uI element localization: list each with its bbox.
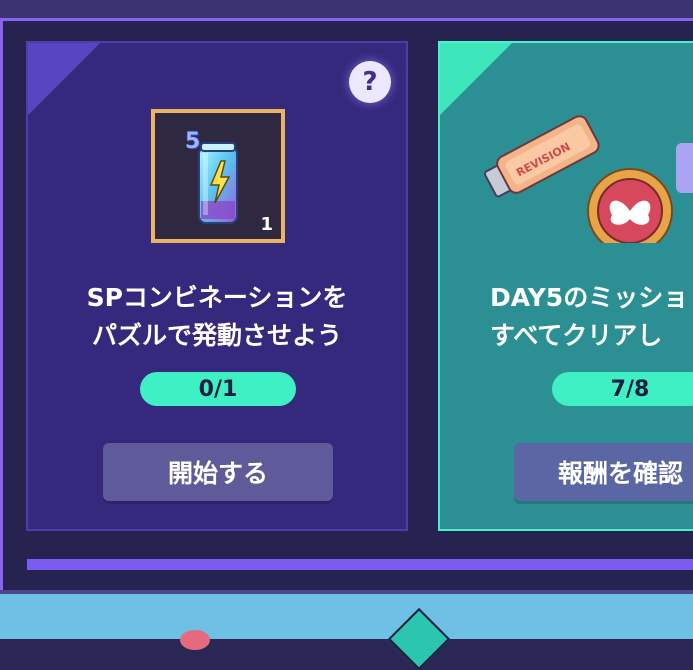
item-level-badge: 5: [185, 129, 201, 154]
item-count: 1: [260, 214, 273, 235]
reward-item-slot[interactable]: 5 1: [151, 109, 285, 243]
mission-title-line1: SPコンビネーションを: [86, 283, 348, 312]
background-scene: [0, 594, 693, 639]
card-corner-decoration: [28, 43, 100, 115]
flower-decoration: [180, 630, 210, 650]
scroll-indicator[interactable]: [27, 559, 693, 570]
mission-title-line2: すべてクリアし: [490, 321, 663, 350]
mission-title-line2: パズルで発動させよう: [91, 321, 342, 350]
mission-card-sp-combination: ? 5 1 SPコンビネーションを パズルで発動させよう 0/1 開始する: [26, 41, 408, 531]
view-reward-button[interactable]: 報酬を確認: [514, 443, 693, 501]
mission-progress: 7/8: [552, 372, 693, 406]
reward-items-icon: REVISION: [483, 115, 693, 243]
mission-progress: 0/1: [140, 372, 296, 406]
top-strip: [0, 0, 693, 18]
mission-title-line1: DAY5のミッショ: [490, 283, 689, 312]
help-button[interactable]: ?: [349, 61, 391, 103]
start-button[interactable]: 開始する: [103, 443, 333, 501]
mission-card-day5: REVISION DAY5のミッショ すべてクリアし 7/8 報酬を確認: [438, 41, 693, 531]
mission-title: DAY5のミッショ すべてクリアし: [490, 279, 688, 355]
mission-title: SPコンビネーションを パズルで発動させよう: [28, 279, 406, 355]
